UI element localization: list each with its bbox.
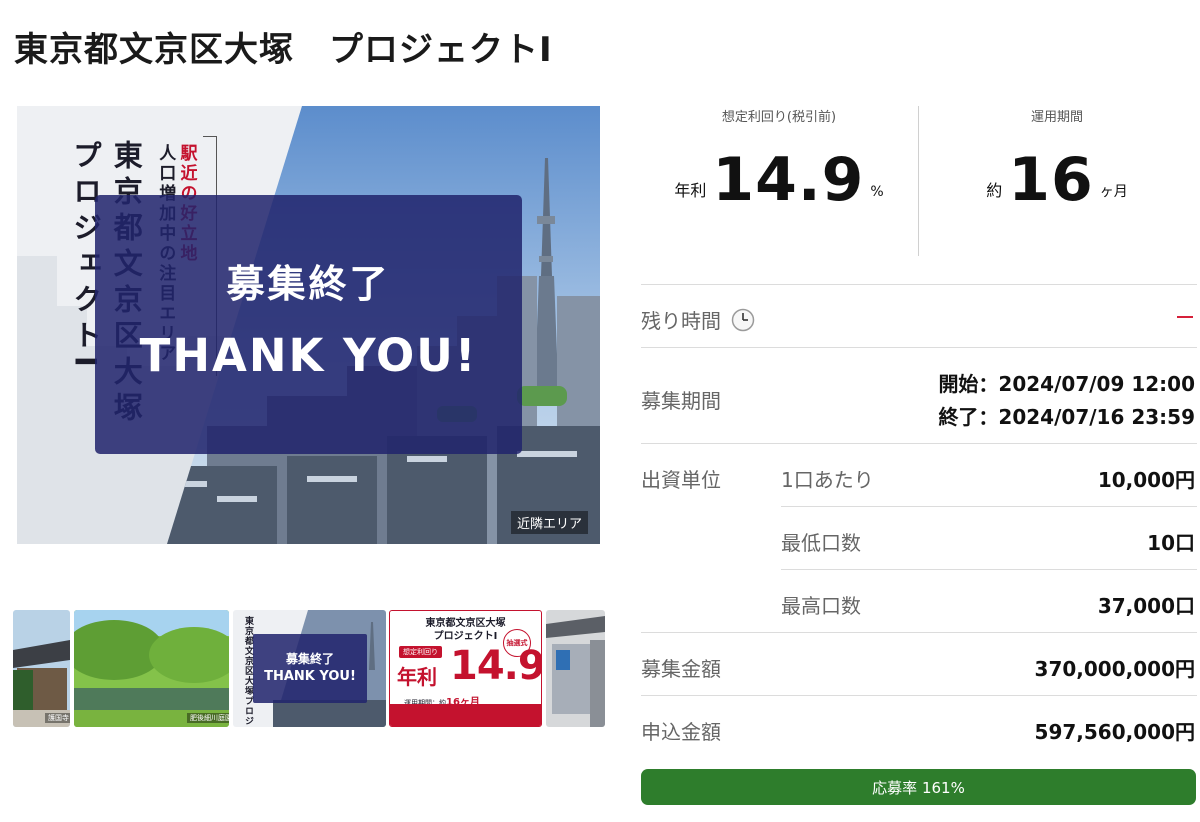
remaining-time-row: 残り時間 bbox=[641, 305, 755, 334]
clock-icon bbox=[732, 308, 755, 332]
term-label: 運用期間 bbox=[1030, 110, 1083, 125]
target-amount-value: 370,000,000円 bbox=[1034, 657, 1195, 681]
thumbnail-station[interactable] bbox=[546, 610, 605, 727]
period-label: 募集期間 bbox=[641, 389, 721, 413]
application-rate-bar: 応募率 161% bbox=[641, 769, 1196, 805]
period-start: 開始：2024/07/09 12:00 bbox=[938, 372, 1195, 396]
yield-number: 14.9 bbox=[712, 145, 865, 215]
temple-photo bbox=[13, 610, 70, 727]
min-units-value: 10口 bbox=[1147, 531, 1195, 555]
yield-stat: 想定利回り(税引前) 年利 14.9% bbox=[641, 106, 917, 215]
banner-yield-label: 想定利回り bbox=[399, 646, 442, 658]
banner-yield-value: 14.9% bbox=[450, 643, 541, 689]
thumbnail-closed-text: 募集終了 bbox=[285, 652, 334, 666]
banner-annual: 年利 bbox=[397, 665, 437, 689]
max-units-label: 最高口数 bbox=[781, 594, 861, 618]
hero-image[interactable]: 東京都文京区大塚 プロジェクトI 駅近の好立地 人口増加中の注目エリア 募集終了… bbox=[17, 106, 600, 544]
area-tag: 近隣エリア bbox=[510, 511, 588, 534]
banner-footer bbox=[390, 704, 541, 726]
application-rate-text: 応募率 161% bbox=[872, 778, 965, 797]
divider bbox=[641, 443, 1197, 444]
term-unit: ヶ月 bbox=[1099, 184, 1128, 200]
unit-label: 出資単位 bbox=[641, 468, 721, 492]
target-amount-label: 募集金額 bbox=[641, 657, 721, 681]
yield-label: 想定利回り(税引前) bbox=[721, 110, 837, 125]
term-value: 約 16 ヶ月 bbox=[919, 145, 1195, 215]
divider bbox=[641, 632, 1197, 633]
divider bbox=[781, 506, 1197, 507]
period-end: 終了：2024/07/16 23:59 bbox=[938, 405, 1195, 429]
unit-value: 10,000円 bbox=[1097, 468, 1195, 492]
overlay-thanks-text: THANK YOU! bbox=[139, 329, 478, 382]
thumbnail-caption: 護国寺 bbox=[45, 713, 70, 723]
thumbnail-thanks-text: THANK YOU! bbox=[264, 669, 356, 684]
station-photo bbox=[546, 610, 605, 727]
remaining-time-label: 残り時間 bbox=[641, 309, 721, 333]
garden-photo bbox=[74, 610, 229, 727]
applied-amount-value: 597,560,000円 bbox=[1034, 720, 1195, 744]
divider bbox=[641, 695, 1197, 696]
thumbnail-project[interactable]: 東京都文京区大塚プロジェクトI 募集終了 THANK YOU! bbox=[233, 610, 386, 727]
thumbnail-strip: 護国寺 肥後細川庭園 東京都文京区大塚プロジェクトI 募集終了 THANK YO… bbox=[13, 610, 605, 727]
applied-amount-label: 申込金額 bbox=[641, 720, 721, 744]
min-units-label: 最低口数 bbox=[781, 531, 861, 555]
divider bbox=[641, 347, 1197, 348]
divider bbox=[641, 284, 1197, 285]
thumbnail-yield-banner[interactable]: 東京都文京区大塚 プロジェクトI 抽選式 想定利回り 年利 14.9% 運用期間… bbox=[389, 610, 542, 727]
divider bbox=[781, 569, 1197, 570]
yield-unit: % bbox=[870, 184, 884, 200]
overlay-closed-text: 募集終了 bbox=[226, 262, 391, 306]
closed-overlay: 募集終了 THANK YOU! bbox=[95, 195, 522, 454]
thumbnail-closed-overlay: 募集終了 THANK YOU! bbox=[253, 634, 367, 703]
thumbnail-caption: 肥後細川庭園 bbox=[187, 713, 229, 723]
page-title: 東京都文京区大塚 プロジェクトI bbox=[14, 30, 553, 70]
yield-value: 年利 14.9% bbox=[641, 145, 917, 215]
term-number: 16 bbox=[1008, 145, 1094, 215]
yield-prefix: 年利 bbox=[674, 181, 707, 200]
term-stat: 運用期間 約 16 ヶ月 bbox=[919, 106, 1195, 215]
dash-icon bbox=[1177, 316, 1193, 318]
unit-sublabel: 1口あたり bbox=[781, 468, 874, 492]
thumbnail-temple[interactable]: 護国寺 bbox=[13, 610, 70, 727]
term-prefix: 約 bbox=[986, 181, 1003, 200]
thumbnail-garden[interactable]: 肥後細川庭園 bbox=[74, 610, 229, 727]
max-units-value: 37,000口 bbox=[1097, 594, 1195, 618]
